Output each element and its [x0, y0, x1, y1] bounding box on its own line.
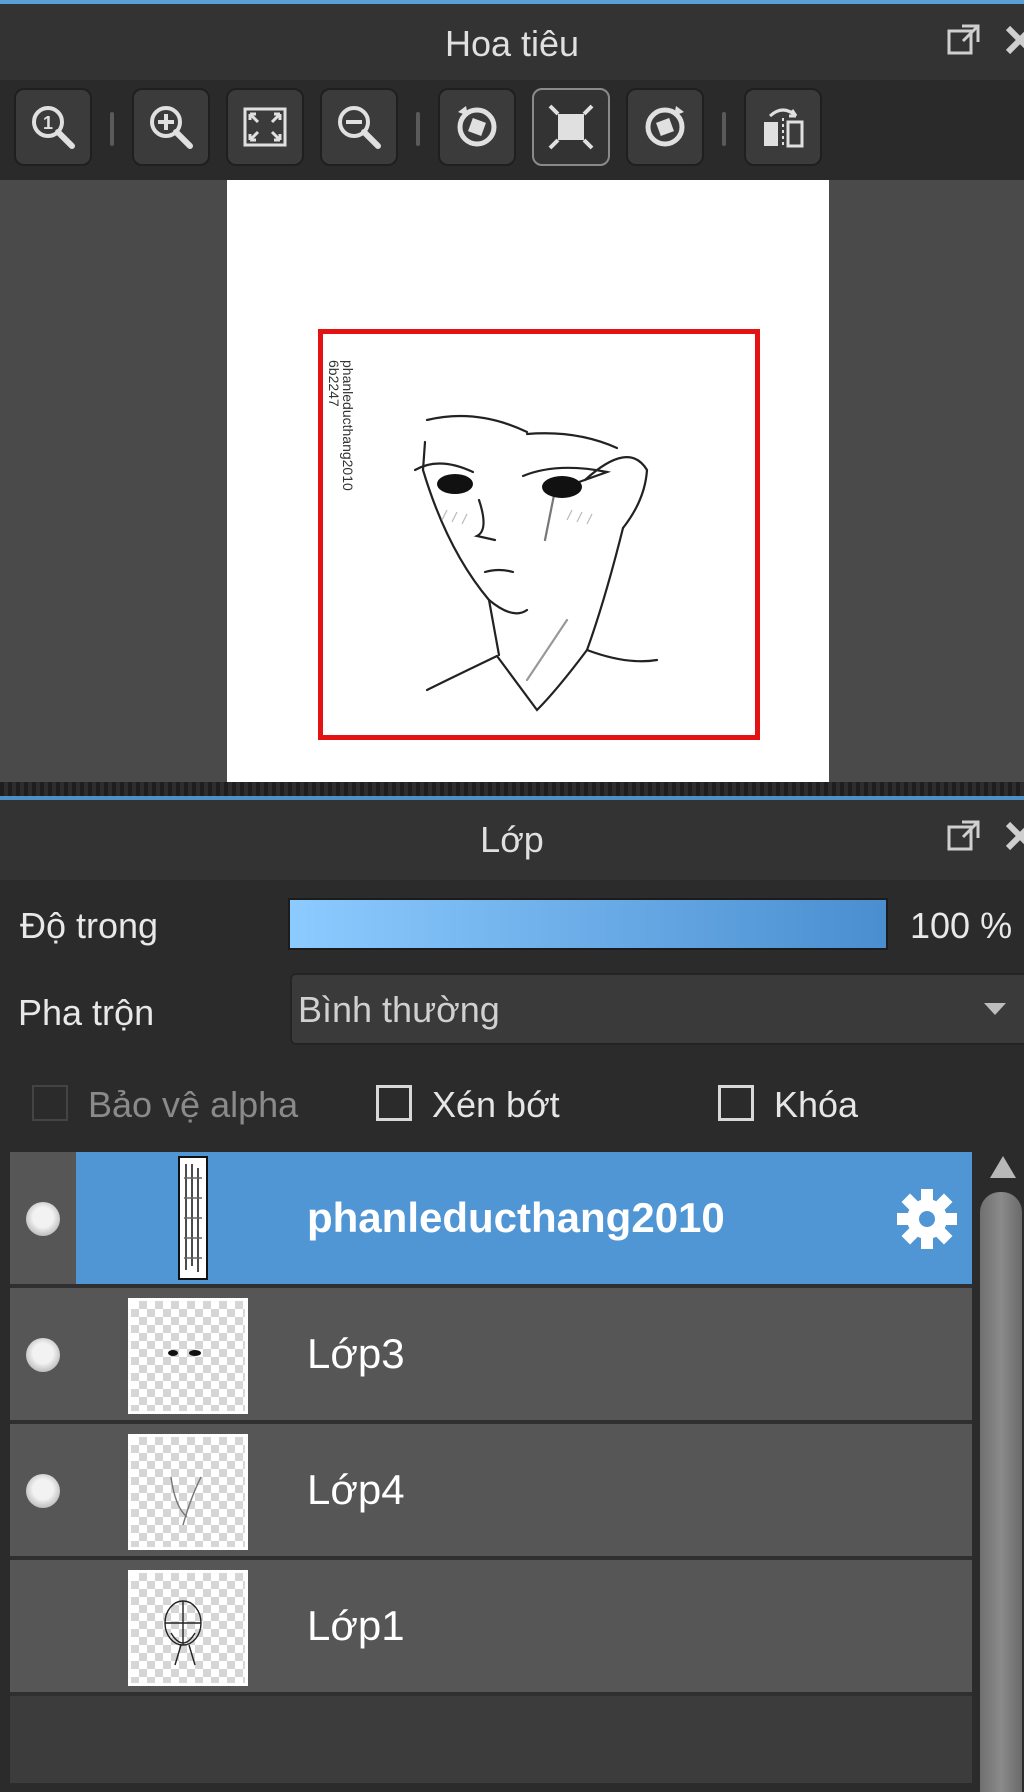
reset-view-button[interactable]: [532, 88, 610, 166]
svg-text:1: 1: [43, 113, 53, 133]
reset-view-icon: [548, 104, 594, 150]
protect-alpha-checkbox[interactable]: [32, 1085, 68, 1121]
blend-mode-select[interactable]: Bình thường: [290, 973, 1024, 1045]
layer-thumbnail: [128, 1570, 248, 1686]
rotate-left-button[interactable]: [438, 88, 516, 166]
canvas-preview: phanleducthang2010 6b2247: [227, 180, 829, 782]
flip-horizontal-icon: [764, 108, 804, 148]
layer-thumbnail: [178, 1156, 208, 1280]
fit-window-button[interactable]: [226, 88, 304, 166]
rotate-right-button[interactable]: [626, 88, 704, 166]
flip-horizontal-button[interactable]: [744, 88, 822, 166]
navigator-preview[interactable]: phanleducthang2010 6b2247: [0, 180, 1024, 782]
visible-dot-icon: [26, 1338, 60, 1372]
scroll-up-arrow-icon[interactable]: [990, 1156, 1016, 1178]
fit-window-icon: [243, 107, 287, 147]
panel-splitter[interactable]: [0, 782, 1024, 796]
blend-mode-value: Bình thường: [298, 989, 500, 1030]
visible-dot-icon: [26, 1474, 60, 1508]
clipping-label: Xén bớt: [432, 1084, 560, 1125]
toolbar-separator: [110, 112, 114, 146]
zoom-out-button[interactable]: [320, 88, 398, 166]
layer-name: Lớp4: [307, 1466, 405, 1513]
layer-row[interactable]: Lớp3: [10, 1288, 972, 1424]
layer-row[interactable]: Lớp1: [10, 1560, 972, 1696]
visibility-toggle[interactable]: [10, 1288, 76, 1420]
layer-row[interactable]: Lớp4: [10, 1424, 972, 1560]
navigator-header: Hoa tiêu: [0, 4, 1024, 84]
lock-checkbox[interactable]: [718, 1085, 754, 1121]
navigator-title: Hoa tiêu: [444, 23, 580, 64]
close-icon[interactable]: [1002, 818, 1024, 854]
layer-thumbnail: [128, 1434, 248, 1550]
zoom-in-icon: [150, 106, 193, 149]
zoom-out-icon: [338, 106, 381, 149]
lock-label: Khóa: [774, 1084, 859, 1125]
head-guide-thumb: [164, 1600, 202, 1666]
opacity-label: Độ trong: [20, 905, 159, 946]
opacity-value: 100 %: [910, 905, 1013, 946]
chevron-down-icon: [984, 1003, 1006, 1015]
toolbar-separator: [722, 112, 726, 146]
protect-alpha-label: Bảo vệ alpha: [88, 1084, 299, 1125]
text-layer-preview: [184, 1164, 202, 1272]
layers-header: Lớp: [0, 800, 1024, 880]
rotate-right-icon: [645, 106, 685, 147]
popout-icon[interactable]: [946, 22, 982, 58]
rotate-left-icon: [457, 106, 497, 147]
gear-icon[interactable]: [896, 1188, 958, 1250]
layer-list: phanleducthang2010 Lớp3 Lớp4 Lớp1: [10, 1152, 972, 1783]
layer-row[interactable]: phanleducthang2010: [10, 1152, 972, 1288]
eyes-sketch-thumb: [168, 1350, 201, 1356]
blend-label: Pha trộn: [18, 992, 155, 1033]
layer-name: Lớp1: [307, 1602, 405, 1649]
visibility-toggle[interactable]: [10, 1424, 76, 1556]
viewport-rectangle[interactable]: [318, 329, 760, 740]
layer-name: phanleducthang2010: [307, 1194, 725, 1241]
clipping-checkbox[interactable]: [376, 1085, 412, 1121]
line-sketch-thumb: [170, 1476, 202, 1526]
layer-scrollbar[interactable]: [978, 1152, 1024, 1792]
visible-dot-icon: [26, 1202, 60, 1236]
zoom-in-button[interactable]: [132, 88, 210, 166]
scrollbar-thumb[interactable]: [980, 1192, 1022, 1792]
layers-title: Lớp: [480, 819, 544, 860]
navigator-toolbar: 1: [0, 80, 1024, 180]
layer-thumbnail: [128, 1298, 248, 1414]
toolbar-separator: [416, 112, 420, 146]
visibility-toggle[interactable]: [10, 1152, 76, 1284]
zoom-actual-size-icon: 1: [32, 106, 75, 149]
close-icon[interactable]: [1002, 22, 1024, 58]
opacity-slider[interactable]: [288, 898, 888, 950]
visibility-toggle[interactable]: [10, 1560, 76, 1692]
layer-name: Lớp3: [307, 1330, 405, 1377]
popout-icon[interactable]: [946, 818, 982, 854]
zoom-100-button[interactable]: 1: [14, 88, 92, 166]
